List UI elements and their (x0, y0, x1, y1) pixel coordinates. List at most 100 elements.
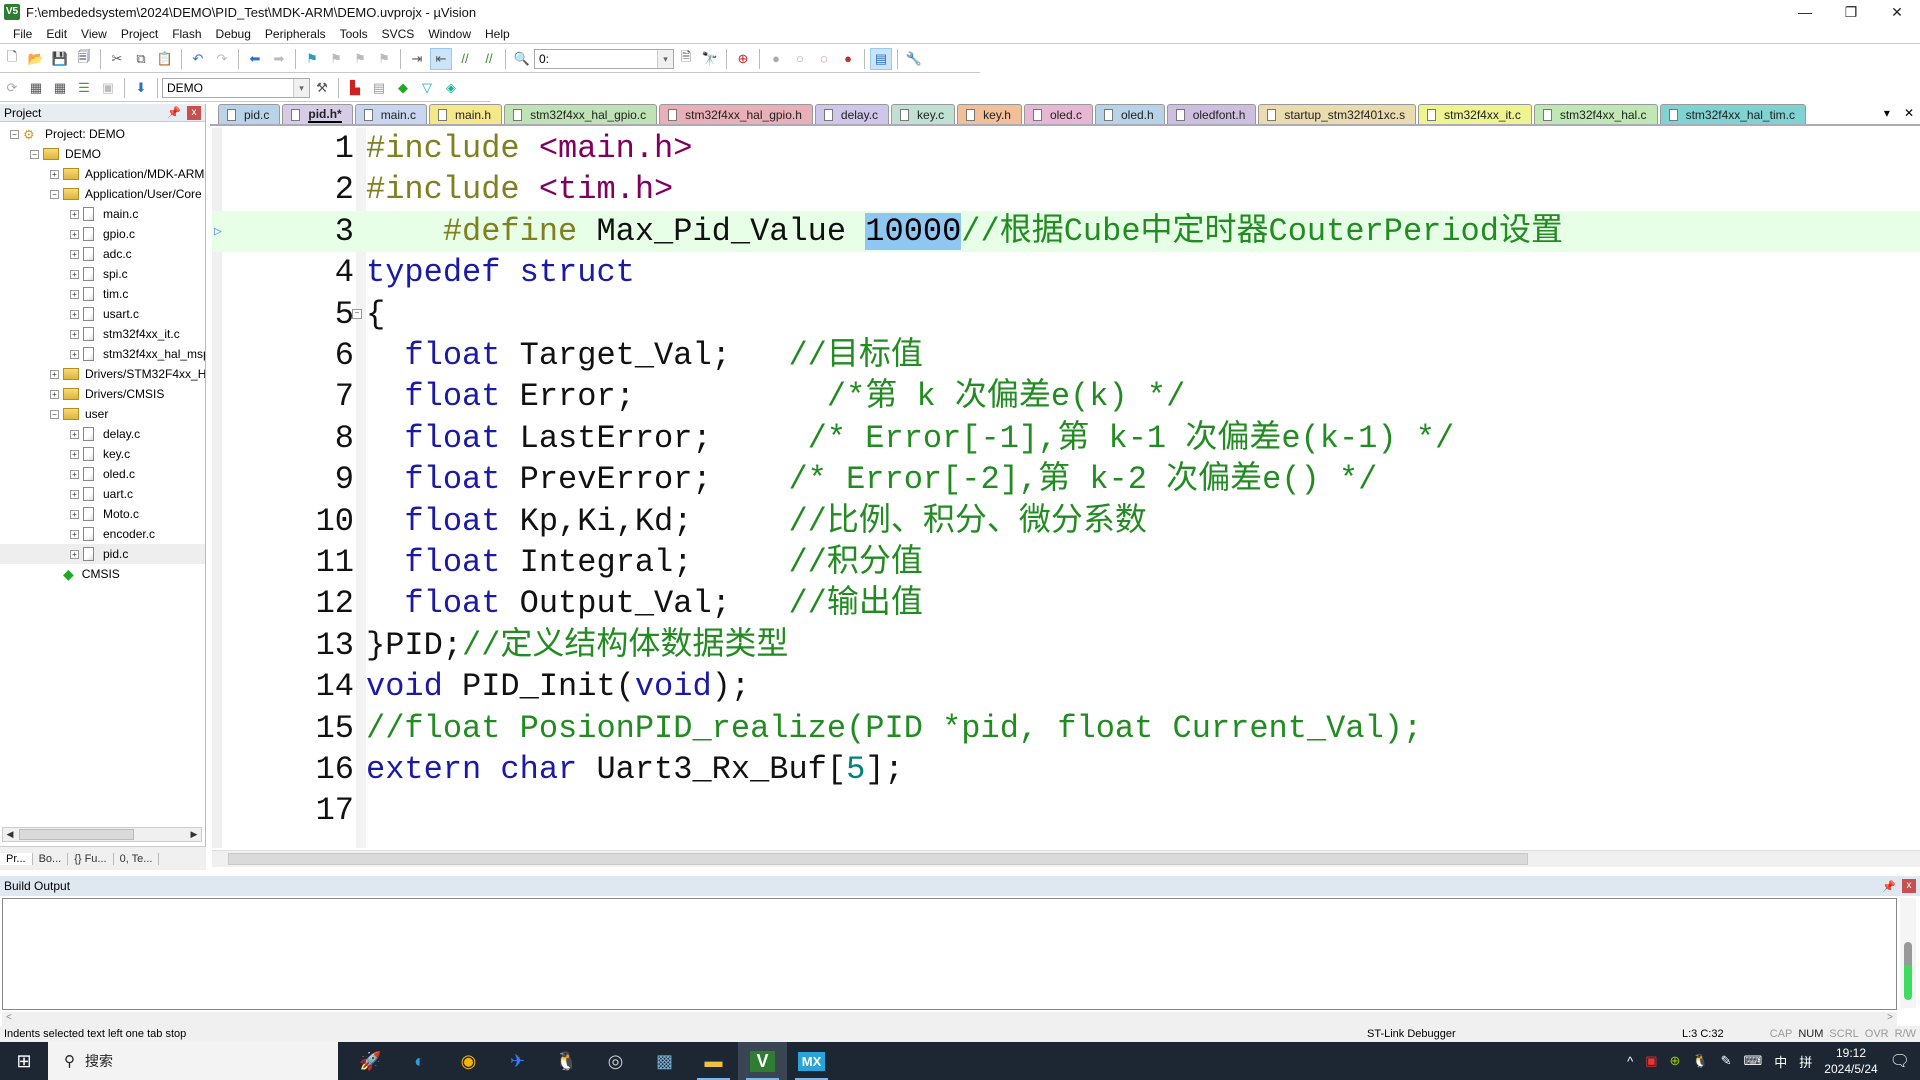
code-line[interactable]: 12 float Output_Val; //输出值 (212, 583, 1920, 624)
expand-icon[interactable]: + (70, 229, 79, 239)
tree-item[interactable]: + Drivers/CMSIS (0, 384, 205, 404)
select-pack-icon[interactable]: ▽ (416, 77, 438, 99)
disable-breakpoints-icon[interactable]: ◌ (813, 48, 835, 70)
target-options-icon[interactable]: ⚒ (311, 77, 333, 99)
tab-books[interactable]: Bo... (33, 852, 69, 865)
insert-breakpoint-icon[interactable]: ● (765, 48, 787, 70)
cut-icon[interactable]: ✂ (106, 48, 128, 70)
ime-mode[interactable]: 拼 (1799, 1052, 1812, 1071)
tree-item[interactable]: − DEMO (0, 144, 205, 164)
scroll-left-icon[interactable]: ◀ (3, 829, 17, 840)
tree-item[interactable]: + oled.c (0, 464, 205, 484)
enable-breakpoint-icon[interactable]: ○ (789, 48, 811, 70)
minimize-button[interactable]: — (1782, 0, 1828, 24)
code-line[interactable]: 10 float Kp,Ki,Kd; //比例、积分、微分系数 (212, 501, 1920, 542)
taskbar-feishu-icon[interactable]: ✈ (493, 1042, 542, 1080)
code-line[interactable]: 5−{ (212, 294, 1920, 335)
close-tab-icon[interactable]: ✕ (1904, 106, 1914, 120)
translate-icon[interactable]: ⟳ (1, 77, 23, 99)
collapse-icon[interactable]: − (10, 129, 19, 139)
paste-icon[interactable]: 📋 (154, 48, 176, 70)
tree-item[interactable]: + gpio.c (0, 224, 205, 244)
editor-tab[interactable]: stm32f4xx_it.c (1418, 104, 1532, 124)
next-bookmark-icon[interactable]: ⚑ (349, 48, 371, 70)
tree-item[interactable]: + pid.c (0, 544, 205, 564)
incremental-find-icon[interactable]: 🗎 (675, 48, 697, 70)
tab-functions[interactable]: {} Fu... (68, 852, 114, 865)
tree-item[interactable]: + stm32f4xx_it.c (0, 324, 205, 344)
expand-icon[interactable]: + (70, 249, 79, 259)
clear-bookmarks-icon[interactable]: ⚑ (373, 48, 395, 70)
expand-icon[interactable]: + (70, 489, 79, 499)
editor-tab[interactable]: stm32f4xx_hal_tim.c (1659, 104, 1806, 124)
tab-templates[interactable]: 0, Te... (114, 852, 160, 865)
scroll-right-icon[interactable]: ▶ (187, 829, 201, 840)
tab-project[interactable]: Pr... (0, 852, 33, 865)
editor-tab[interactable]: oledfont.h (1166, 104, 1257, 124)
find-icon[interactable]: 🔭 (699, 48, 721, 70)
comment-icon[interactable]: // (454, 48, 476, 70)
tree-item[interactable]: + tim.c (0, 284, 205, 304)
redo-icon[interactable]: ↷ (211, 48, 233, 70)
taskbar-paint-icon[interactable]: ▩ (640, 1042, 689, 1080)
taskbar-stm32cubemx-icon[interactable]: MX (787, 1042, 836, 1080)
download-icon[interactable]: ⬇ (130, 77, 152, 99)
editor-tab[interactable]: stm32f4xx_hal_gpio.c (504, 104, 658, 124)
ime-language[interactable]: 中 (1774, 1052, 1787, 1071)
chevron-down-icon[interactable]: ▾ (293, 78, 309, 97)
tree-item[interactable]: + encoder.c (0, 524, 205, 544)
manage-components-icon[interactable]: ▙ (344, 77, 366, 99)
pack-installer-icon[interactable]: ◈ (440, 77, 462, 99)
code-line[interactable]: 15 //float PosionPID_realize(PID *pid, fl… (212, 708, 1920, 749)
expand-icon[interactable]: + (70, 529, 79, 539)
expand-icon[interactable]: + (70, 209, 79, 219)
tree-item[interactable]: − ⚙ Project: DEMO (0, 124, 205, 144)
kill-breakpoints-icon[interactable]: ● (837, 48, 859, 70)
batch-build-icon[interactable]: ☰ (73, 77, 95, 99)
menu-edit[interactable]: Edit (39, 27, 74, 41)
tree-item[interactable]: + spi.c (0, 264, 205, 284)
expand-icon[interactable]: + (70, 469, 79, 479)
code-line[interactable]: 16 extern char Uart3_Rx_Buf[5]; (212, 749, 1920, 790)
tree-item[interactable]: + Application/MDK-ARM (0, 164, 205, 184)
taskbar-explorer-icon[interactable]: ▬ (689, 1042, 738, 1080)
expand-icon[interactable]: + (70, 509, 79, 519)
keyboard-icon[interactable]: ⌨ (1744, 1053, 1763, 1069)
start-debug-icon[interactable]: ⊕ (732, 48, 754, 70)
stop-build-icon[interactable]: ▣ (97, 77, 119, 99)
tree-item[interactable]: + delay.c (0, 424, 205, 444)
code-line[interactable]: 11 float Integral; //积分值 (212, 542, 1920, 583)
editor-tab[interactable]: main.h (429, 104, 503, 124)
close-panel-button[interactable]: x (187, 105, 201, 120)
code-line[interactable]: 4 typedef struct (212, 252, 1920, 293)
taskbar-qq-icon[interactable]: 🐧 (542, 1042, 591, 1080)
open-file-icon[interactable]: 📂 (25, 48, 47, 70)
tree-item[interactable]: + Drivers/STM32F4xx_HAL_Driver (0, 364, 205, 384)
code-line[interactable]: 7 float Error; /*第 k 次偏差e(k) */ (212, 376, 1920, 417)
build-output-horizontal-scrollbar[interactable]: < > (2, 1012, 1897, 1026)
configure-icon[interactable]: 🔧 (903, 48, 925, 70)
menu-tools[interactable]: Tools (333, 27, 375, 41)
rebuild-icon[interactable]: ▦ (49, 77, 71, 99)
save-icon[interactable]: 💾 (49, 48, 71, 70)
code-line[interactable]: 9 float PrevError; /* Error[-2],第 k-2 次偏… (212, 459, 1920, 500)
notification-icon[interactable]: 🗨 (1890, 1051, 1910, 1071)
expand-icon[interactable]: + (70, 349, 79, 359)
menu-project[interactable]: Project (114, 27, 165, 41)
editor-tab[interactable]: key.c (891, 104, 956, 124)
collapse-icon[interactable]: − (50, 189, 59, 199)
undo-icon[interactable]: ↶ (187, 48, 209, 70)
menu-flash[interactable]: Flash (165, 27, 208, 41)
tree-item[interactable]: − Application/User/Core (0, 184, 205, 204)
expand-icon[interactable]: + (70, 309, 79, 319)
editor-tab[interactable]: delay.c (814, 104, 890, 124)
unindent-icon[interactable]: ⇤ (430, 47, 452, 70)
prev-bookmark-icon[interactable]: ⚑ (325, 48, 347, 70)
collapse-icon[interactable]: − (30, 149, 39, 159)
menu-debug[interactable]: Debug (209, 27, 258, 41)
navigate-back-icon[interactable]: ⬅ (244, 48, 266, 70)
editor-tab[interactable]: oled.h (1094, 104, 1165, 124)
code-line[interactable]: 1 #include <main.h> (212, 128, 1920, 169)
menu-peripherals[interactable]: Peripherals (258, 27, 333, 41)
expand-icon[interactable]: + (50, 389, 59, 399)
